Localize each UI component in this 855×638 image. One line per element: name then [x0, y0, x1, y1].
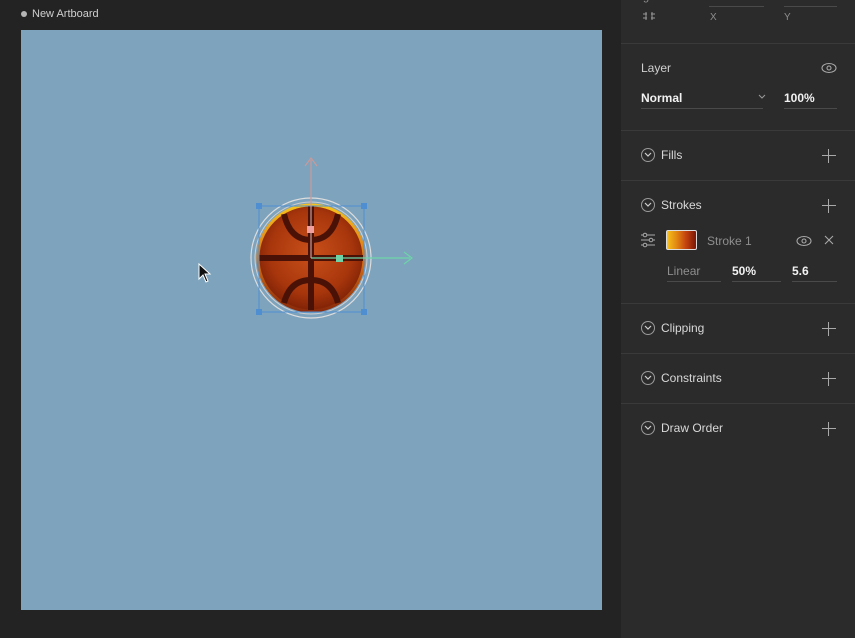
section-strokes-label: Strokes: [661, 198, 702, 212]
add-clipping-button[interactable]: [822, 322, 836, 336]
resize-handle: [361, 309, 367, 315]
section-draw-order[interactable]: Draw Order: [641, 421, 723, 435]
divider: [621, 180, 855, 181]
section-fills[interactable]: Fills: [641, 148, 682, 162]
chevron-down-icon: [641, 371, 655, 385]
blend-mode-underline: [641, 108, 763, 109]
chevron-down-icon: [641, 148, 655, 162]
stroke-width-input[interactable]: 5.6: [792, 264, 809, 278]
gradient-stop-handle: [307, 226, 314, 233]
canvas-overlay: [198, 157, 413, 319]
stroke-type-select[interactable]: Linear: [667, 264, 700, 278]
eye-icon[interactable]: [796, 235, 812, 247]
stroke-type-underline: [667, 281, 721, 282]
chevron-down-icon: [641, 421, 655, 435]
y-label: Y: [784, 12, 791, 23]
truncated-label: g: [643, 0, 649, 3]
stroke-width-underline: [792, 281, 837, 282]
canvas-area[interactable]: New Artboard: [0, 0, 621, 638]
blend-mode-select[interactable]: Normal: [641, 91, 682, 105]
stroke-color-swatch[interactable]: [666, 230, 697, 250]
add-draw-order-button[interactable]: [822, 422, 836, 436]
section-fills-label: Fills: [661, 148, 683, 162]
add-stroke-button[interactable]: [822, 199, 836, 213]
resize-handle: [256, 309, 262, 315]
opacity-input[interactable]: 100%: [784, 91, 815, 105]
stroke-name: Stroke 1: [707, 234, 752, 248]
gradient-stop-handle: [336, 255, 343, 262]
chevron-down-icon[interactable]: [758, 94, 766, 100]
stroke-position-input[interactable]: 50%: [732, 264, 756, 278]
opacity-underline: [784, 108, 837, 109]
section-constraints[interactable]: Constraints: [641, 371, 722, 385]
chevron-down-icon: [641, 198, 655, 212]
chevron-down-icon: [641, 321, 655, 335]
y-field[interactable]: [784, 6, 837, 7]
resize-handle: [256, 203, 262, 209]
add-fill-button[interactable]: [822, 149, 836, 163]
divider: [621, 130, 855, 131]
section-clipping-label: Clipping: [661, 321, 705, 335]
close-icon[interactable]: [824, 235, 834, 245]
layer-title: Layer: [641, 61, 672, 75]
cursor-icon: [198, 262, 212, 283]
sliders-icon[interactable]: [640, 232, 656, 248]
divider: [621, 403, 855, 404]
properties-panel: g X Y Layer Normal 100% Fills Strokes: [621, 0, 855, 638]
divider: [621, 353, 855, 354]
add-constraint-button[interactable]: [822, 372, 836, 386]
x-field[interactable]: [709, 6, 764, 7]
section-strokes[interactable]: Strokes: [641, 198, 702, 212]
section-clipping[interactable]: Clipping: [641, 321, 704, 335]
divider: [621, 43, 855, 44]
resize-handle: [361, 203, 367, 209]
section-constraints-label: Constraints: [661, 371, 722, 385]
link-icon[interactable]: [641, 10, 657, 22]
eye-icon[interactable]: [821, 62, 837, 74]
divider: [621, 303, 855, 304]
x-label: X: [710, 12, 717, 23]
section-draw-order-label: Draw Order: [661, 421, 724, 435]
stroke-position-underline: [732, 281, 781, 282]
